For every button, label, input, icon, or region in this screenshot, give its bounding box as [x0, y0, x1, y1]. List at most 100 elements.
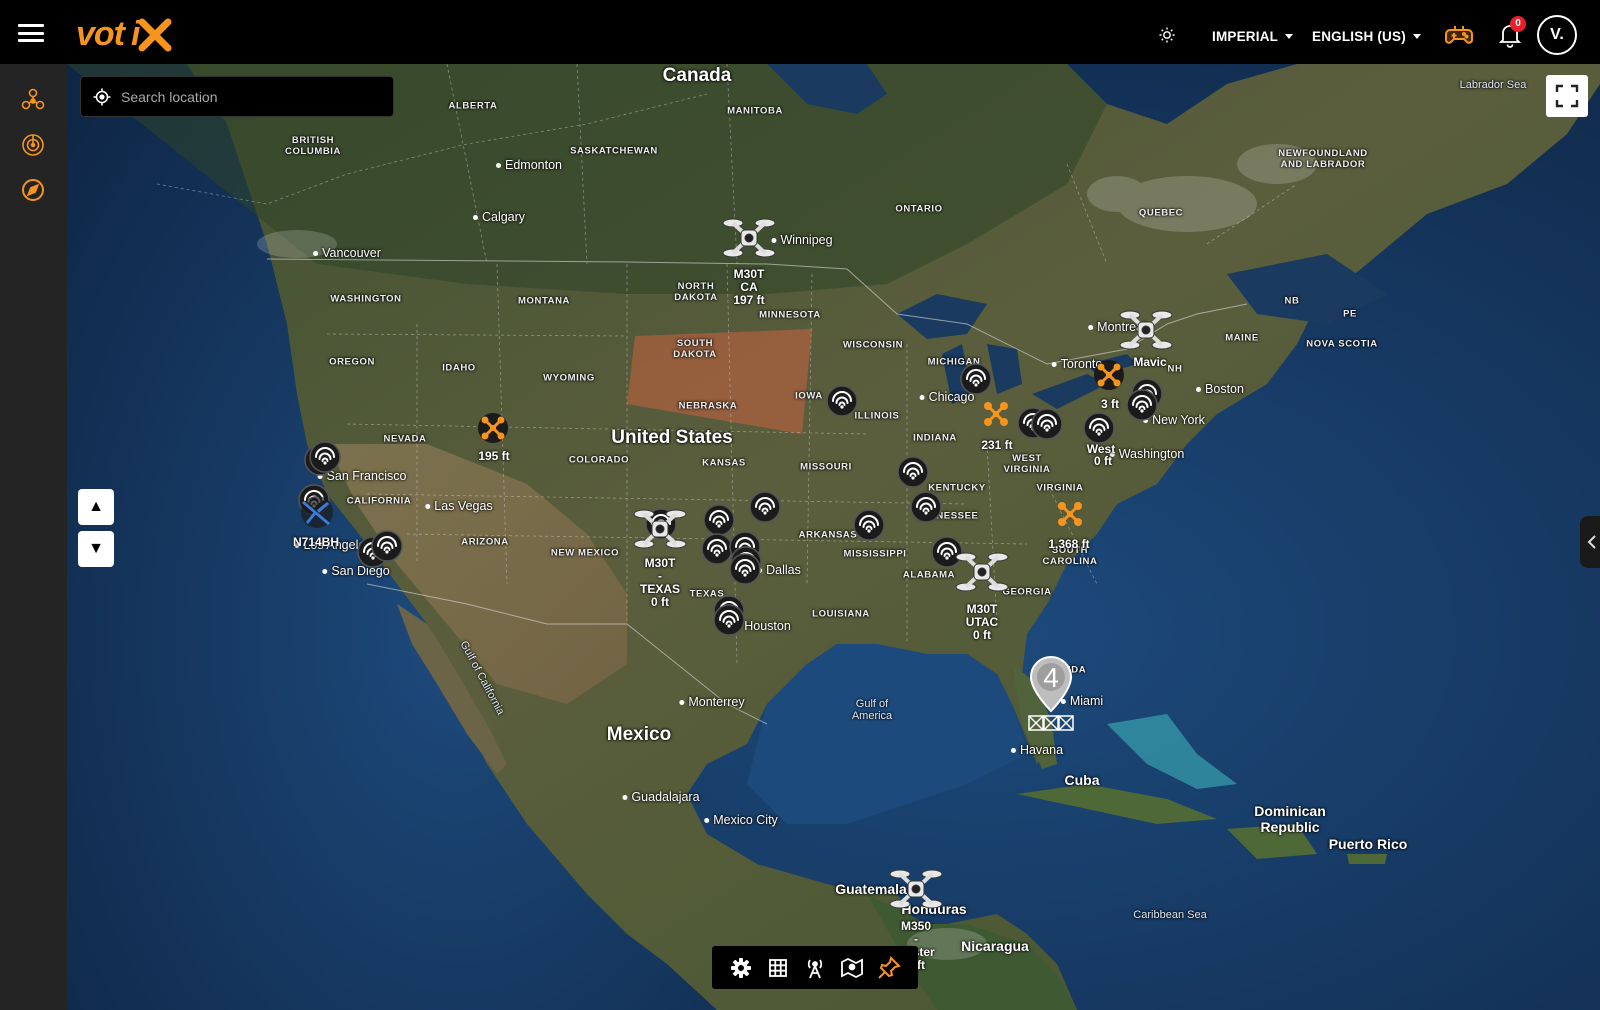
drone-marker-m30t[interactable] [954, 547, 1010, 597]
signal-marker[interactable] [1030, 407, 1064, 441]
signal-marker-icon [826, 385, 858, 417]
label-state: MONTANA [517, 295, 571, 307]
drone-marker-quad[interactable] [979, 397, 1013, 431]
hamburger-icon[interactable] [18, 24, 44, 42]
pan-down-button[interactable]: ▼ [78, 531, 114, 567]
signal-marker[interactable] [308, 440, 342, 474]
label-state: NEW MEXICO [550, 547, 620, 559]
drone-label-texas: M30T - TEXAS 0 ft [639, 556, 681, 609]
label-state: ARIZONA [461, 536, 509, 548]
drone-marker-m30t[interactable] [721, 213, 777, 263]
label-city: Edmonton [496, 158, 562, 172]
drone-marker-quad[interactable] [1092, 358, 1126, 392]
cluster-drone-icon[interactable] [1027, 714, 1075, 732]
votix-logo[interactable]: vot i [76, 14, 172, 52]
svg-text:vot: vot [76, 15, 127, 52]
compass-icon[interactable] [20, 177, 46, 203]
signal-marker[interactable] [852, 508, 886, 542]
search-input[interactable] [121, 88, 361, 105]
signal-marker[interactable] [728, 552, 762, 586]
units-label: IMPERIAL [1212, 29, 1279, 44]
label-state: CALIFORNIA [346, 495, 412, 507]
sun-icon[interactable] [1158, 26, 1176, 44]
drone-marker-quad-icon [984, 402, 1008, 426]
signal-marker[interactable] [370, 529, 404, 563]
drones-icon[interactable] [20, 87, 46, 113]
drone-label-utac: M30T UTAC 0 ft [965, 602, 999, 642]
drone-marker-m350-icon [889, 869, 943, 909]
drone-marker-quad-icon [1094, 360, 1124, 390]
cluster-pin[interactable]: 4 [1029, 655, 1073, 713]
aircraft-callsign: N714BH [292, 535, 340, 549]
label-state: ALABAMA [902, 569, 956, 581]
signal-marker[interactable] [748, 490, 782, 524]
signal-marker[interactable] [1125, 388, 1159, 422]
chevron-left-icon [1587, 535, 1596, 549]
radar-icon[interactable] [20, 132, 46, 158]
signal-marker[interactable] [1082, 411, 1116, 445]
pan-up-button[interactable]: ▲ [78, 489, 114, 525]
altitude-tag: 3 ft [1101, 397, 1119, 411]
notification-badge: 0 [1510, 16, 1526, 32]
label-water: Caribbean Sea [1133, 909, 1207, 921]
location-target-icon[interactable] [93, 88, 111, 106]
cluster-count: 4 [1043, 662, 1059, 693]
aircraft-icon[interactable] [299, 494, 335, 530]
signal-marker-icon [729, 553, 761, 585]
signal-marker-icon [1126, 389, 1158, 421]
label-state: WEST VIRGINIA [1003, 453, 1051, 475]
chevron-down-icon [1285, 34, 1294, 39]
sidebar [0, 64, 67, 1010]
signal-marker-icon [371, 530, 403, 562]
fullscreen-button[interactable] [1546, 75, 1588, 117]
label-united-states: United States [611, 427, 733, 448]
signal-marker[interactable] [909, 490, 943, 524]
signal-marker-icon [309, 441, 341, 473]
signal-marker[interactable] [712, 603, 746, 637]
units-dropdown[interactable]: IMPERIAL [1212, 29, 1294, 44]
map-icon[interactable] [839, 955, 865, 981]
label-island: Puerto Rico [1328, 836, 1408, 852]
label-state: WYOMING [543, 372, 595, 384]
drone-marker-m30t[interactable] [632, 504, 688, 554]
pin-icon[interactable] [876, 955, 902, 981]
label-city: Guadalajara [622, 790, 699, 804]
drone-marker-m350[interactable] [888, 864, 944, 914]
gear-icon[interactable] [728, 955, 754, 981]
signal-marker[interactable] [896, 455, 930, 489]
label-state: ILLINOIS [854, 410, 900, 422]
label-state: NB [1284, 295, 1300, 307]
panel-toggle[interactable] [1580, 516, 1600, 568]
drone-marker-quad[interactable] [1053, 497, 1087, 531]
avatar[interactable]: V. [1537, 15, 1577, 55]
signal-marker[interactable] [825, 384, 859, 418]
top-bar: vot i IMPERIAL ENGLISH (US) 0 V. [0, 0, 1600, 64]
altitude-tag: 195 ft [478, 449, 510, 463]
grid-icon[interactable] [765, 955, 791, 981]
altitude-tag: 1,368 ft [1048, 537, 1090, 551]
drone-marker-quad[interactable] [476, 411, 510, 445]
language-dropdown[interactable]: ENGLISH (US) [1312, 29, 1421, 44]
label-city: Boston [1196, 382, 1244, 396]
label-island: Nicaragua [961, 938, 1029, 954]
label-state: NORTH DAKOTA [674, 281, 718, 303]
antenna-icon[interactable] [802, 955, 828, 981]
label-state: NEBRASKA [678, 400, 738, 412]
signal-marker-icon [713, 604, 745, 636]
label-state: NH [1167, 363, 1183, 375]
label-city: Washington [1110, 447, 1185, 461]
search-box[interactable] [80, 76, 394, 117]
drone-marker-mavic[interactable] [1118, 305, 1174, 355]
label-city: Dallas [757, 563, 801, 577]
chevron-down-icon [1412, 34, 1421, 39]
signal-marker[interactable] [959, 362, 993, 396]
map-toolbar [712, 946, 918, 989]
label-state: SASKATCHEWAN [570, 145, 658, 157]
label-state: OREGON [329, 356, 375, 368]
signal-marker-icon [960, 363, 992, 395]
drone-marker-quad-icon [478, 413, 508, 443]
map-view[interactable]: Canada United States Mexico ALBERTA MANI… [67, 64, 1600, 1010]
gamepad-icon[interactable] [1445, 24, 1473, 46]
label-state: MANITOBA [727, 105, 783, 117]
label-state: MISSISSIPPI [843, 548, 907, 560]
